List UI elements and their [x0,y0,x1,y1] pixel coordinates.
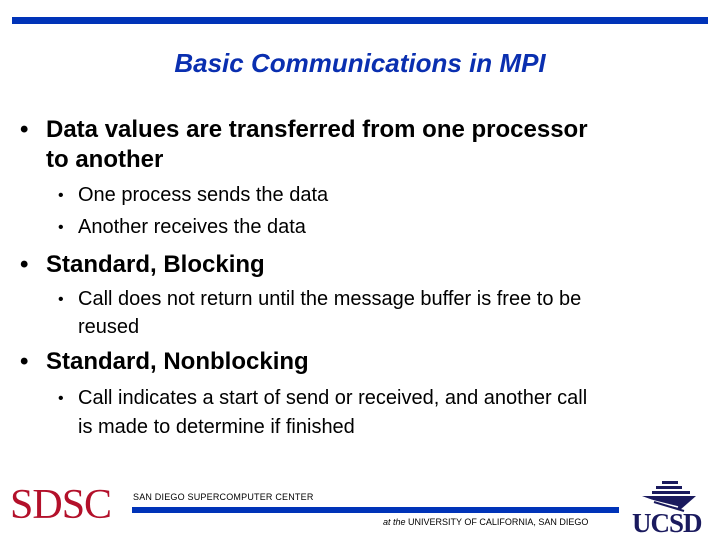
bullet-icon: • [20,348,29,375]
subbullet-text-line2: is made to determine if finished [78,416,355,438]
sdsc-name: SAN DIEGO SUPERCOMPUTER CENTER [133,492,314,502]
top-divider-bar [12,17,708,24]
affiliation-name: UNIVERSITY OF CALIFORNIA, SAN DIEGO [408,517,589,527]
footer-divider-bar [132,507,619,513]
subbullet-text-line1: Call indicates a start of send or receiv… [78,387,588,409]
bullet-icon: • [20,251,29,278]
bullet-icon: • [58,219,64,236]
subbullet-text-line1: Call does not return until the message b… [78,288,582,310]
slide-title: Basic Communications in MPI [174,48,546,78]
bullet-text-line2: to another [46,146,164,173]
bullet-icon: • [58,187,64,204]
bullet-text: Standard, Nonblocking [46,348,309,375]
bullet-icon: • [20,116,29,143]
bullet-text-line1: Data values are transferred from one pro… [46,116,588,143]
bullet-text: Standard, Blocking [46,251,265,278]
bullet-icon: • [58,390,64,407]
ucsd-affiliation: at the UNIVERSITY OF CALIFORNIA, SAN DIE… [383,517,588,527]
bullet-icon: • [58,291,64,308]
subbullet-text: Another receives the data [78,216,306,238]
subbullet-text-line2: reused [78,316,140,338]
sdsc-logo: SDSC [10,482,112,528]
affiliation-prefix: at the [383,517,406,527]
subbullet-text: One process sends the data [78,184,329,206]
ucsd-logo: UCSD [632,508,703,538]
